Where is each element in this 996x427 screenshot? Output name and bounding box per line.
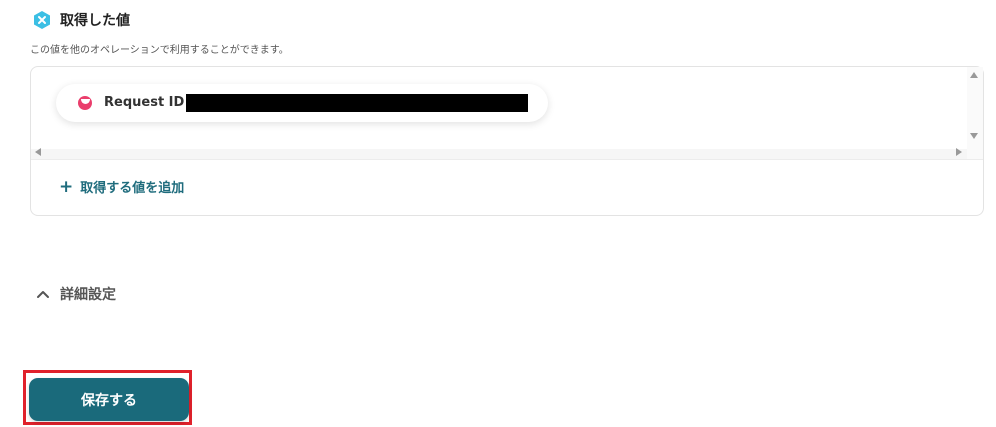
service-logo-icon (78, 96, 92, 110)
section-description: この値を他のオペレーションで利用することができます。 (30, 45, 289, 56)
scroll-down-arrow-icon[interactable] (970, 133, 978, 139)
scroll-left-arrow-icon[interactable] (35, 148, 41, 156)
chevron-up-icon (37, 291, 49, 298)
advanced-settings-label: 詳細設定 (60, 287, 116, 303)
vertical-scrollbar[interactable] (967, 67, 983, 159)
value-chip-label: Request ID (104, 95, 185, 110)
section-header: 取得した値 (32, 10, 130, 30)
add-value-button[interactable]: + 取得する値を追加 (59, 177, 184, 196)
add-value-label: 取得する値を追加 (80, 181, 185, 196)
advanced-settings-toggle[interactable]: 詳細設定 (36, 284, 116, 304)
save-button[interactable]: 保存する (29, 378, 189, 421)
horizontal-scrollbar[interactable] (31, 149, 967, 159)
section-title: 取得した値 (60, 13, 130, 29)
output-values-box: Request ID + 取得する値を追加 (30, 66, 984, 216)
values-scroll-area: Request ID (31, 67, 983, 160)
plus-icon: + (59, 176, 74, 197)
scroll-right-arrow-icon[interactable] (956, 148, 962, 156)
x-badge-icon (34, 11, 50, 29)
scroll-up-arrow-icon[interactable] (970, 72, 978, 78)
redacted-value (186, 94, 528, 112)
value-chip-request-id[interactable]: Request ID (56, 84, 548, 122)
